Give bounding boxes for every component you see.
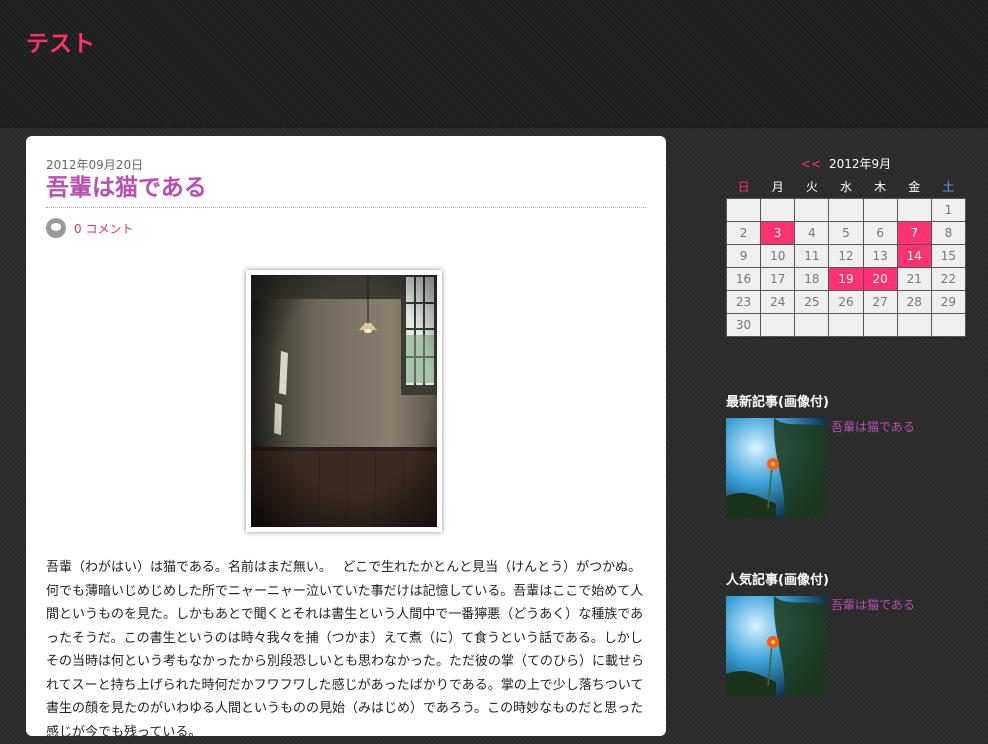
calendar-empty-cell (794, 313, 830, 337)
calendar-empty-cell (760, 313, 796, 337)
calendar-day: 2 (725, 221, 762, 245)
calendar-week-row: 30 (725, 313, 967, 337)
comment-row: 0 コメント (46, 218, 133, 238)
post-card: 2012年09月20日 吾輩は猫である 0 コメント 吾輩（わがはい）は猫である… (26, 136, 666, 740)
calendar-day: 29 (930, 290, 967, 314)
calendar-day: 16 (725, 267, 762, 291)
calendar-weekday-row: 日 月 火 水 木 金 土 (727, 175, 966, 199)
calendar-week-row: 9 10 11 12 13 14 15 (725, 244, 967, 268)
calendar-day: 27 (862, 290, 898, 314)
post-body-text: 吾輩（わがはい）は猫である。名前はまだ無い。 どこで生れたかとんと見当（けんとう… (46, 560, 645, 740)
calendar-day: 23 (725, 290, 762, 314)
post-photo[interactable] (246, 270, 442, 532)
room-photo-image (251, 275, 437, 527)
calendar-day[interactable]: 7 (896, 221, 932, 245)
calendar-day: 25 (794, 290, 830, 314)
weekday-mon: 月 (771, 180, 784, 194)
calendar-empty-cell (896, 313, 932, 337)
calendar-empty-cell (794, 198, 830, 222)
weekday-sun: 日 (737, 180, 750, 194)
calendar-day: 22 (930, 267, 967, 291)
latest-post-thumbnail[interactable] (726, 418, 826, 518)
calendar-day: 4 (794, 221, 830, 245)
calendar-week-row: 2345678 (725, 221, 967, 245)
weekday-thu: 木 (874, 180, 887, 194)
calendar-empty-cell (828, 313, 864, 337)
weekday-tue: 火 (805, 180, 818, 194)
calendar-prev-month-link[interactable]: << (801, 157, 821, 171)
popular-posts-title: 人気記事(画像付) (726, 573, 829, 588)
calendar-month-label: 2012年9月 (828, 157, 892, 171)
calendar-day: 8 (930, 221, 967, 245)
post-date: 2012年09月20日 (46, 158, 144, 172)
calendar-days: 1 2 3 4 5 6 7 8 9 10 11 12 13 14 15 16 17 18 19 20 21 22 23 24 2… (725, 198, 967, 337)
calendar-week-row: 1 (725, 198, 967, 222)
popular-post-link[interactable]: 吾輩は猫である (831, 596, 915, 613)
calendar-day: 24 (760, 290, 796, 314)
calendar-day[interactable]: 14 (896, 244, 932, 268)
popular-post-thumbnail[interactable] (726, 596, 826, 696)
weekday-fri: 金 (908, 180, 921, 194)
calendar-header: << 2012年9月 (726, 155, 966, 175)
calendar-week-row: 23 24 25 26 27 28 29 (725, 290, 967, 314)
calendar-empty-cell (862, 198, 898, 222)
site-title[interactable]: テスト (26, 24, 95, 58)
calendar-day[interactable]: 20 (862, 267, 898, 291)
calendar-day: 18 (794, 267, 830, 291)
title-divider (46, 207, 646, 208)
comment-count-link[interactable]: 0 コメント (74, 220, 133, 237)
calendar-empty-cell (930, 313, 967, 337)
calendar-day: 12 (828, 244, 864, 268)
calendar-day: 9 (725, 244, 762, 268)
calendar-day: 11 (794, 244, 830, 268)
calendar-empty-cell (725, 198, 762, 222)
calendar-day: 17 (760, 267, 796, 291)
calendar-day: 26 (828, 290, 864, 314)
calendar-grid: 日 月 火 水 木 金 土 1 2 3 4 5 6 7 8 9 10 11 12 13 14 15 16 17 1… (725, 175, 967, 337)
calendar-day: 5 (828, 221, 864, 245)
calendar-day[interactable]: 3 (760, 221, 796, 245)
calendar-week-row: 16 17 18 19 20 21 22 (725, 267, 967, 291)
header-zigzag-edge (0, 124, 988, 134)
calendar-empty-cell (896, 198, 932, 222)
comment-bubble-icon (46, 218, 66, 238)
calendar-widget: << 2012年9月 日 月 火 水 木 金 土 1 2 3 4 5 6 7 8 9 10 11 12 1… (725, 155, 967, 337)
weekday-sat: 土 (942, 180, 955, 194)
calendar-day: 13 (862, 244, 898, 268)
calendar-day: 10 (760, 244, 796, 268)
calendar-day: 28 (896, 290, 932, 314)
post-title[interactable]: 吾輩は猫である (46, 172, 646, 204)
calendar-empty-cell (862, 313, 898, 337)
weekday-wed: 水 (839, 180, 852, 194)
latest-posts-title: 最新記事(画像付) (726, 395, 829, 410)
calendar-day: 30 (725, 313, 762, 337)
calendar-day[interactable]: 19 (828, 267, 864, 291)
calendar-empty-cell (760, 198, 796, 222)
latest-post-link[interactable]: 吾輩は猫である (831, 418, 915, 435)
calendar-day: 15 (930, 244, 967, 268)
calendar-day: 6 (862, 221, 898, 245)
calendar-empty-cell (828, 198, 864, 222)
calendar-day: 1 (930, 198, 967, 222)
site-header (0, 0, 988, 128)
calendar-day: 21 (896, 267, 932, 291)
